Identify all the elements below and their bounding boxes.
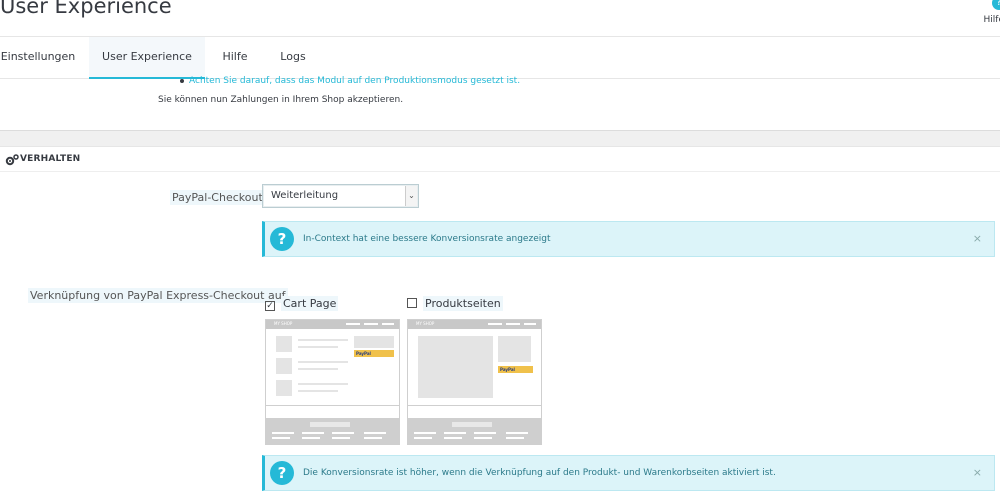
preview-header: MY SHOP bbox=[408, 320, 541, 329]
close-icon[interactable]: × bbox=[973, 232, 982, 245]
cart-page-checkbox[interactable]: ✓ Cart Page bbox=[265, 296, 339, 311]
page-title: User Experience bbox=[0, 0, 172, 18]
paypal-checkout-select[interactable]: Weiterleitung ⌄ bbox=[262, 184, 419, 208]
preview-divider bbox=[266, 405, 399, 406]
header-help-button[interactable]: ? Hilfe bbox=[984, 0, 1000, 25]
panel-title: VERHALTEN bbox=[20, 154, 81, 164]
page: User Experience ? Hilfe Einstellungen Us… bbox=[0, 0, 1000, 501]
bullet-dot bbox=[180, 78, 184, 83]
question-circle-icon: ? bbox=[270, 227, 294, 251]
paypal-button-preview: PayPal bbox=[354, 350, 394, 357]
tab-einstellungen[interactable]: Einstellungen bbox=[0, 37, 76, 79]
caret-down-icon: ⌄ bbox=[405, 186, 417, 206]
preview-block bbox=[276, 358, 292, 374]
tab-hilfe[interactable]: Hilfe bbox=[214, 37, 256, 79]
preview-footer-line bbox=[364, 437, 382, 439]
cart-page-label: Cart Page bbox=[281, 296, 339, 311]
tab-logs[interactable]: Logs bbox=[272, 37, 314, 79]
product-page-preview: MY SHOP PayPal bbox=[407, 319, 542, 445]
preview-footer-line bbox=[474, 437, 492, 439]
preview-footer-line bbox=[474, 432, 496, 434]
preview-nav bbox=[346, 323, 360, 325]
preview-line bbox=[298, 390, 338, 392]
preview-footer-line bbox=[332, 432, 354, 434]
preview-shop-logo: MY SHOP bbox=[274, 321, 293, 326]
alert-text: Die Konversionsrate ist höher, wenn die … bbox=[303, 468, 776, 478]
preview-footer-input bbox=[452, 422, 492, 427]
preview-footer-line bbox=[332, 437, 350, 439]
preview-block bbox=[276, 336, 292, 352]
section-separator bbox=[0, 130, 1000, 147]
preview-header: MY SHOP bbox=[266, 320, 399, 329]
close-icon[interactable]: × bbox=[973, 466, 982, 479]
preview-line bbox=[298, 361, 348, 363]
preview-block bbox=[498, 336, 531, 362]
produktseiten-label: Produktseiten bbox=[423, 296, 503, 311]
info-bullet: Achten Sie darauf, dass das Modul auf de… bbox=[180, 76, 520, 86]
preview-nav bbox=[364, 323, 378, 325]
preview-footer bbox=[408, 418, 541, 444]
paypal-checkout-label: PayPal-Checkout bbox=[170, 190, 265, 205]
preview-product-image bbox=[418, 336, 493, 398]
conversion-alert: ? Die Konversionsrate ist höher, wenn di… bbox=[262, 455, 995, 491]
preview-footer-line bbox=[414, 432, 436, 434]
select-value: Weiterleitung bbox=[271, 190, 339, 201]
preview-nav bbox=[382, 323, 394, 325]
express-checkout-label: Verknüpfung von PayPal Express-Checkout … bbox=[28, 288, 288, 303]
preview-block bbox=[276, 380, 292, 396]
preview-nav bbox=[506, 323, 520, 325]
preview-line bbox=[298, 339, 348, 341]
alert-text: In-Context hat eine bessere Konversionsr… bbox=[303, 234, 551, 244]
preview-footer-line bbox=[302, 437, 320, 439]
gears-icon bbox=[5, 154, 19, 166]
preview-line bbox=[298, 346, 338, 348]
preview-footer-line bbox=[444, 437, 462, 439]
express-checkout-label-text: Verknüpfung von PayPal Express-Checkout … bbox=[28, 288, 288, 303]
question-circle-icon: ? bbox=[270, 461, 294, 485]
checkbox-checked-icon: ✓ bbox=[265, 301, 275, 311]
paypal-text: PayPal bbox=[500, 367, 515, 372]
preview-footer bbox=[266, 418, 399, 444]
preview-footer-line bbox=[444, 432, 466, 434]
produktseiten-checkbox[interactable]: Produktseiten bbox=[407, 296, 503, 311]
preview-nav bbox=[524, 323, 536, 325]
preview-line bbox=[298, 383, 348, 385]
incontext-alert: ? In-Context hat eine bessere Konversion… bbox=[262, 221, 995, 257]
preview-line bbox=[298, 368, 338, 370]
info-bullet-text: Achten Sie darauf, dass das Modul auf de… bbox=[189, 76, 521, 86]
preview-nav bbox=[488, 323, 502, 325]
preview-shop-logo: MY SHOP bbox=[416, 321, 435, 326]
tab-user-experience[interactable]: User Experience bbox=[89, 37, 205, 79]
paypal-text: PayPal bbox=[356, 351, 371, 356]
paypal-button-preview: PayPal bbox=[498, 366, 533, 373]
preview-footer-line bbox=[272, 437, 290, 439]
preview-footer-line bbox=[272, 432, 294, 434]
preview-footer-line bbox=[364, 432, 386, 434]
cart-page-preview: MY SHOP PayPal bbox=[265, 319, 400, 445]
preview-footer-input bbox=[310, 422, 350, 427]
help-label: Hilfe bbox=[983, 15, 1000, 25]
panel-heading: VERHALTEN bbox=[0, 148, 1000, 172]
checkbox-unchecked-icon bbox=[407, 298, 417, 308]
preview-divider bbox=[408, 405, 541, 406]
paypal-checkout-label-text: PayPal-Checkout bbox=[170, 190, 265, 205]
preview-footer-line bbox=[506, 437, 524, 439]
question-circle-icon: ? bbox=[992, 0, 1000, 10]
info-line: Sie können nun Zahlungen in Ihrem Shop a… bbox=[158, 95, 404, 105]
tab-bar: Einstellungen User Experience Hilfe Logs bbox=[0, 36, 1000, 79]
preview-footer-line bbox=[414, 437, 432, 439]
preview-footer-line bbox=[506, 432, 528, 434]
preview-footer-line bbox=[302, 432, 324, 434]
preview-block bbox=[354, 336, 394, 348]
